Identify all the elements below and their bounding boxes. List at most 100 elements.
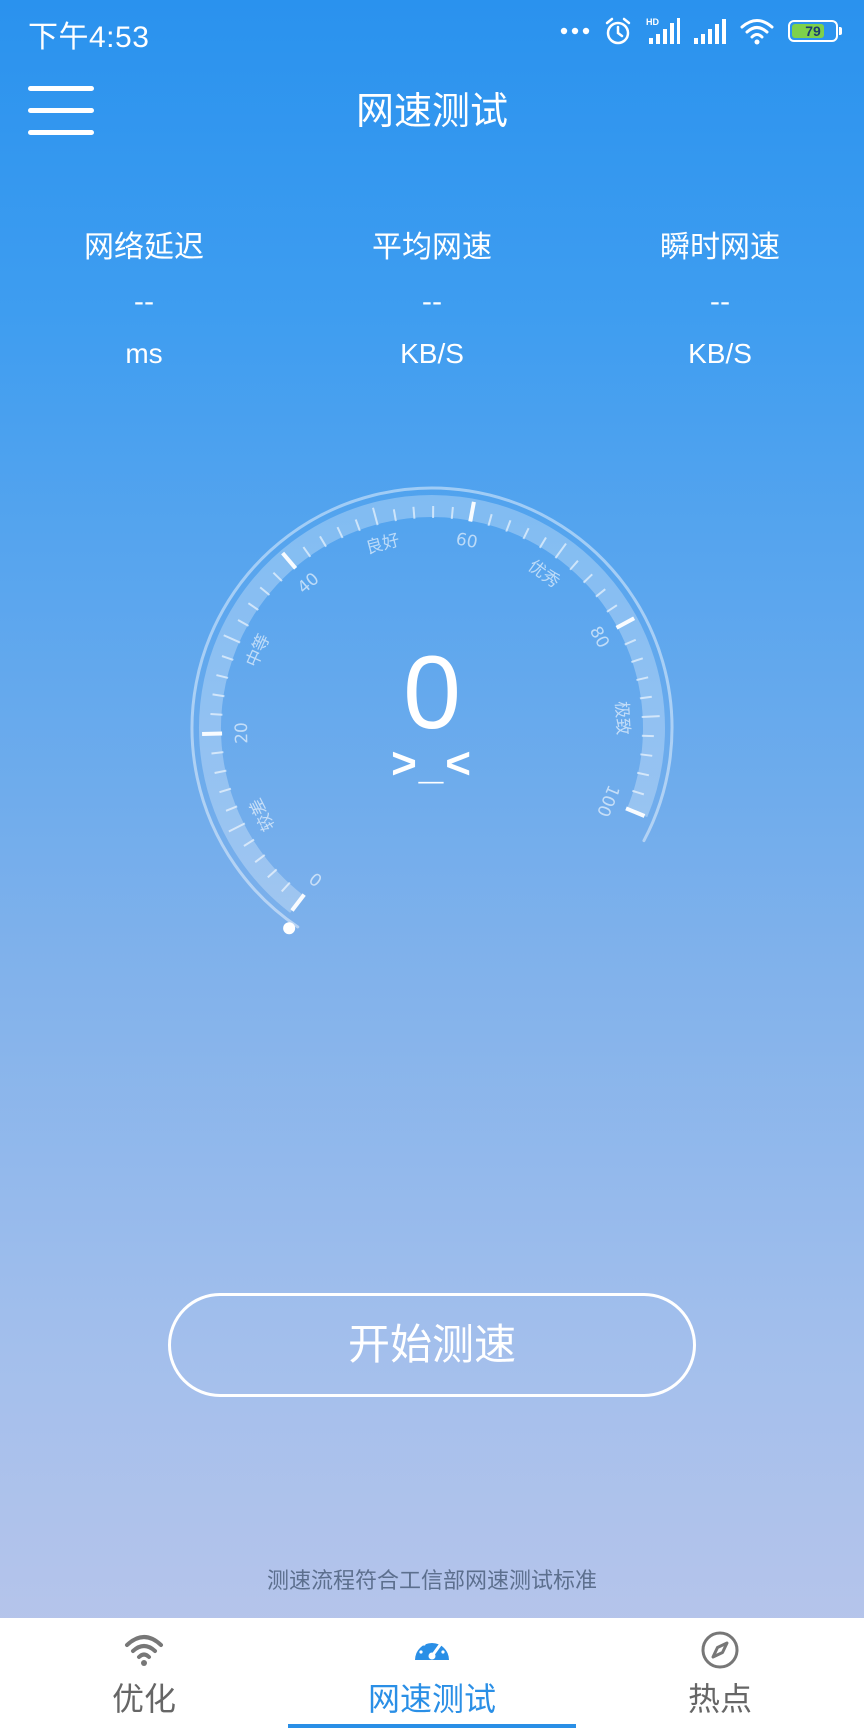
svg-text:HD: HD bbox=[646, 17, 659, 27]
nav-active-indicator bbox=[288, 1724, 576, 1728]
footnote: 测速流程符合工信部网速测试标准 bbox=[266, 1569, 597, 1594]
gauge-minor-tick bbox=[632, 789, 645, 796]
gauge-zone-label: 良好 bbox=[364, 530, 402, 558]
status-bar: 下午4:53 HD 79 bbox=[0, 0, 864, 62]
gauge-minor-tick bbox=[595, 588, 606, 598]
gauge-minor-tick bbox=[219, 787, 232, 794]
gauge-minor-tick bbox=[210, 713, 223, 716]
stat-unit: ms bbox=[125, 338, 163, 369]
nav-tab-optimize[interactable]: 优化 bbox=[0, 1618, 288, 1728]
stat-unit: KB/S bbox=[688, 338, 752, 369]
gauge-tick-label: 100 bbox=[592, 782, 623, 820]
gauge-minor-tick bbox=[223, 634, 241, 644]
nav-label: 网速测试 bbox=[367, 1680, 496, 1718]
gauge-zone-label: 较差 bbox=[246, 795, 279, 834]
gauge-major-tick bbox=[281, 551, 298, 570]
status-icons: HD 79 bbox=[560, 14, 842, 48]
battery-icon: 79 bbox=[788, 20, 842, 42]
gauge-minor-tick bbox=[221, 655, 234, 661]
page-title: 网速测试 bbox=[355, 89, 508, 133]
gauge-minor-tick bbox=[631, 657, 644, 664]
wifi-icon bbox=[125, 1635, 163, 1666]
stat-value: -- bbox=[133, 285, 155, 318]
gauge-zone-label: 极致 bbox=[611, 701, 633, 736]
stat-latency: 网络延迟 -- ms bbox=[0, 228, 288, 372]
gauge-minor-tick bbox=[216, 674, 229, 679]
speed-value: 0 bbox=[403, 635, 461, 751]
gauge-minor-tick bbox=[336, 526, 344, 539]
stat-value: -- bbox=[709, 285, 731, 318]
gauge-minor-tick bbox=[639, 695, 652, 700]
gauge-tick-label: 60 bbox=[454, 529, 479, 553]
gauge-minor-tick bbox=[259, 586, 271, 596]
signal-icon bbox=[694, 18, 726, 44]
gauge-minor-tick bbox=[582, 573, 593, 584]
gauge-minor-tick bbox=[372, 507, 379, 526]
speed-gauge: 0 20 40 60 80 100 较差 中等 良好优秀极致 bbox=[190, 486, 674, 935]
compass-icon bbox=[701, 1631, 739, 1669]
gauge-minor-tick bbox=[606, 604, 618, 613]
gauge-minor-tick bbox=[505, 519, 512, 532]
gauge-minor-tick bbox=[280, 881, 291, 893]
nav-tab-hotspot[interactable]: 热点 bbox=[576, 1618, 864, 1728]
gauge-minor-tick bbox=[272, 571, 283, 582]
gauge-minor-tick bbox=[267, 868, 278, 879]
gauge-tick-label: 20 bbox=[232, 722, 253, 744]
gauge-zone-label: 中等 bbox=[242, 631, 274, 670]
gauge-minor-tick bbox=[636, 676, 649, 682]
gauge-minor-tick bbox=[640, 753, 653, 757]
gauge-tick-label: 40 bbox=[294, 569, 323, 598]
nav-label: 热点 bbox=[687, 1680, 752, 1718]
gauge-minor-tick bbox=[569, 560, 579, 571]
stat-unit: KB/S bbox=[400, 338, 464, 369]
gauge-major-tick bbox=[615, 616, 636, 630]
gauge-zone-label: 优秀 bbox=[524, 556, 563, 592]
gauge-major-tick bbox=[468, 501, 476, 522]
gauge-minor-tick bbox=[247, 602, 259, 611]
gauge-tick-label: 80 bbox=[585, 623, 613, 652]
gauge-minor-tick bbox=[392, 509, 397, 522]
gauge-minor-tick bbox=[522, 527, 530, 540]
stats-row: 网络延迟 -- ms 平均网速 -- KB/S 瞬时网速 -- KB/S bbox=[0, 228, 864, 372]
stat-label: 平均网速 bbox=[372, 230, 492, 265]
speed-face: >_< bbox=[391, 739, 473, 788]
gauge-minor-tick bbox=[228, 822, 246, 833]
gauge-minor-tick bbox=[487, 513, 493, 527]
start-test-button[interactable]: 开始测速 bbox=[168, 1293, 696, 1397]
stat-value: -- bbox=[421, 285, 443, 318]
battery-level: 79 bbox=[805, 23, 821, 39]
bottom-nav: 优化 网速测试 热点 bbox=[0, 1618, 864, 1728]
gauge-minor-tick bbox=[254, 854, 266, 864]
hd-signal-icon: HD bbox=[646, 16, 680, 46]
gauge-minor-tick bbox=[354, 519, 361, 532]
gauge-minor-tick bbox=[319, 535, 327, 548]
stat-average-speed: 平均网速 -- KB/S bbox=[288, 228, 576, 372]
gauge-minor-tick bbox=[641, 715, 660, 719]
gauge-minor-tick bbox=[243, 838, 255, 847]
gauge-minor-tick bbox=[624, 638, 637, 646]
gauge-minor-tick bbox=[538, 536, 547, 549]
gauge-minor-tick bbox=[214, 769, 227, 774]
gauge-minor-tick bbox=[225, 805, 238, 812]
gauge-major-tick bbox=[202, 731, 223, 737]
wifi-icon bbox=[740, 17, 774, 45]
speedometer-icon bbox=[415, 1638, 449, 1660]
gauge-minor-tick bbox=[212, 693, 225, 698]
speed-test-screen: 下午4:53 HD 79 网速测试 网络延迟 -- ms 平均网速 -- KB/… bbox=[0, 0, 864, 1728]
alarm-icon bbox=[604, 16, 632, 46]
stat-instant-speed: 瞬时网速 -- KB/S bbox=[576, 228, 864, 372]
nav-label: 优化 bbox=[111, 1680, 176, 1718]
stat-label: 网络延迟 bbox=[84, 230, 204, 265]
gauge-minor-tick bbox=[636, 771, 650, 777]
gauge-minor-tick bbox=[302, 546, 312, 558]
nav-tab-speed-test[interactable]: 网速测试 bbox=[288, 1618, 576, 1728]
gauge-minor-tick bbox=[450, 506, 454, 520]
gauge-major-tick bbox=[625, 806, 646, 818]
gauge-tick-label: 0 bbox=[306, 868, 327, 890]
more-dots-icon bbox=[560, 26, 590, 36]
gauge-minor-tick bbox=[554, 542, 567, 559]
gauge-indicator-dot bbox=[283, 922, 296, 935]
battery-tip bbox=[839, 27, 842, 35]
gauge-minor-tick bbox=[211, 751, 224, 755]
gauge-minor-tick bbox=[412, 506, 416, 519]
